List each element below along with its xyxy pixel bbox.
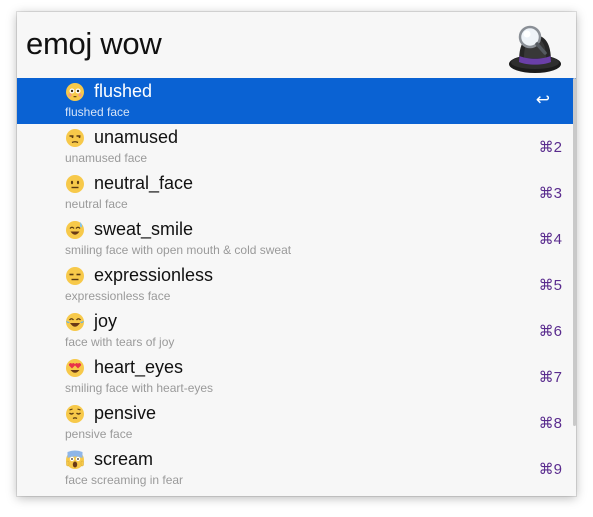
result-title: expressionless bbox=[94, 265, 214, 285]
result-title: pensive bbox=[94, 403, 157, 423]
search-input[interactable]: emoj wow bbox=[26, 26, 162, 62]
result-row-4[interactable]: sweat_smile smiling face with open mouth… bbox=[17, 216, 576, 262]
result-title: unamused bbox=[94, 127, 179, 147]
shortcut-label: ⌘5 bbox=[538, 277, 562, 294]
result-subtitle: face screaming in fear bbox=[65, 473, 184, 487]
return-key-icon: ↩ bbox=[535, 90, 550, 109]
result-subtitle: neutral face bbox=[65, 197, 128, 211]
results-scrollbar[interactable] bbox=[573, 78, 576, 426]
heart-eyes-face-icon bbox=[65, 358, 85, 378]
result-row-7[interactable]: heart_eyes smiling face with heart-eyes … bbox=[17, 354, 576, 400]
shortcut-label: ⌘6 bbox=[538, 323, 562, 340]
result-subtitle: smiling face with open mouth & cold swea… bbox=[65, 243, 292, 257]
joy-face-icon bbox=[65, 312, 85, 332]
result-row-1[interactable]: flushed flushed face ↩ bbox=[17, 78, 576, 124]
expressionless-face-icon bbox=[65, 266, 85, 286]
result-title: scream bbox=[94, 449, 154, 469]
shortcut-label: ⌘4 bbox=[538, 231, 562, 248]
scream-face-icon bbox=[65, 450, 85, 470]
flushed-face-icon bbox=[65, 82, 85, 102]
alfred-hat-icon bbox=[509, 25, 561, 73]
result-row-5[interactable]: expressionless expressionless face ⌘5 bbox=[17, 262, 576, 308]
shortcut-label: ⌘2 bbox=[538, 139, 562, 156]
result-title: neutral_face bbox=[94, 173, 194, 193]
result-subtitle: smiling face with heart-eyes bbox=[65, 381, 214, 395]
result-title: flushed bbox=[94, 81, 153, 101]
result-row-9[interactable]: scream face screaming in fear ⌘9 bbox=[17, 446, 576, 492]
shortcut-label: ⌘7 bbox=[538, 369, 562, 386]
result-subtitle: flushed face bbox=[65, 105, 130, 119]
result-row-2[interactable]: unamused unamused face ⌘2 bbox=[17, 124, 576, 170]
result-subtitle: pensive face bbox=[65, 427, 133, 441]
result-row-6[interactable]: joy face with tears of joy ⌘6 bbox=[17, 308, 576, 354]
result-row-8[interactable]: pensive pensive face ⌘8 bbox=[17, 400, 576, 446]
result-title: sweat_smile bbox=[94, 219, 194, 239]
result-title: heart_eyes bbox=[94, 357, 184, 377]
pensive-face-icon bbox=[65, 404, 85, 424]
shortcut-label: ⌘9 bbox=[538, 461, 562, 478]
neutral-face-icon bbox=[65, 174, 85, 194]
result-title: joy bbox=[94, 311, 118, 331]
shortcut-label: ⌘3 bbox=[538, 185, 562, 202]
results-list: flushed flushed face ↩ unamused unamused… bbox=[17, 78, 576, 496]
alfred-window: emoj wow flushed flushed face ↩ unamused… bbox=[17, 12, 576, 496]
search-bar[interactable]: emoj wow bbox=[17, 12, 576, 78]
result-subtitle: face with tears of joy bbox=[65, 335, 175, 349]
unamused-face-icon bbox=[65, 128, 85, 148]
result-subtitle: unamused face bbox=[65, 151, 148, 165]
shortcut-label: ⌘8 bbox=[538, 415, 562, 432]
result-row-3[interactable]: neutral_face neutral face ⌘3 bbox=[17, 170, 576, 216]
result-subtitle: expressionless face bbox=[65, 289, 171, 303]
sweat-smile-face-icon bbox=[65, 220, 85, 240]
